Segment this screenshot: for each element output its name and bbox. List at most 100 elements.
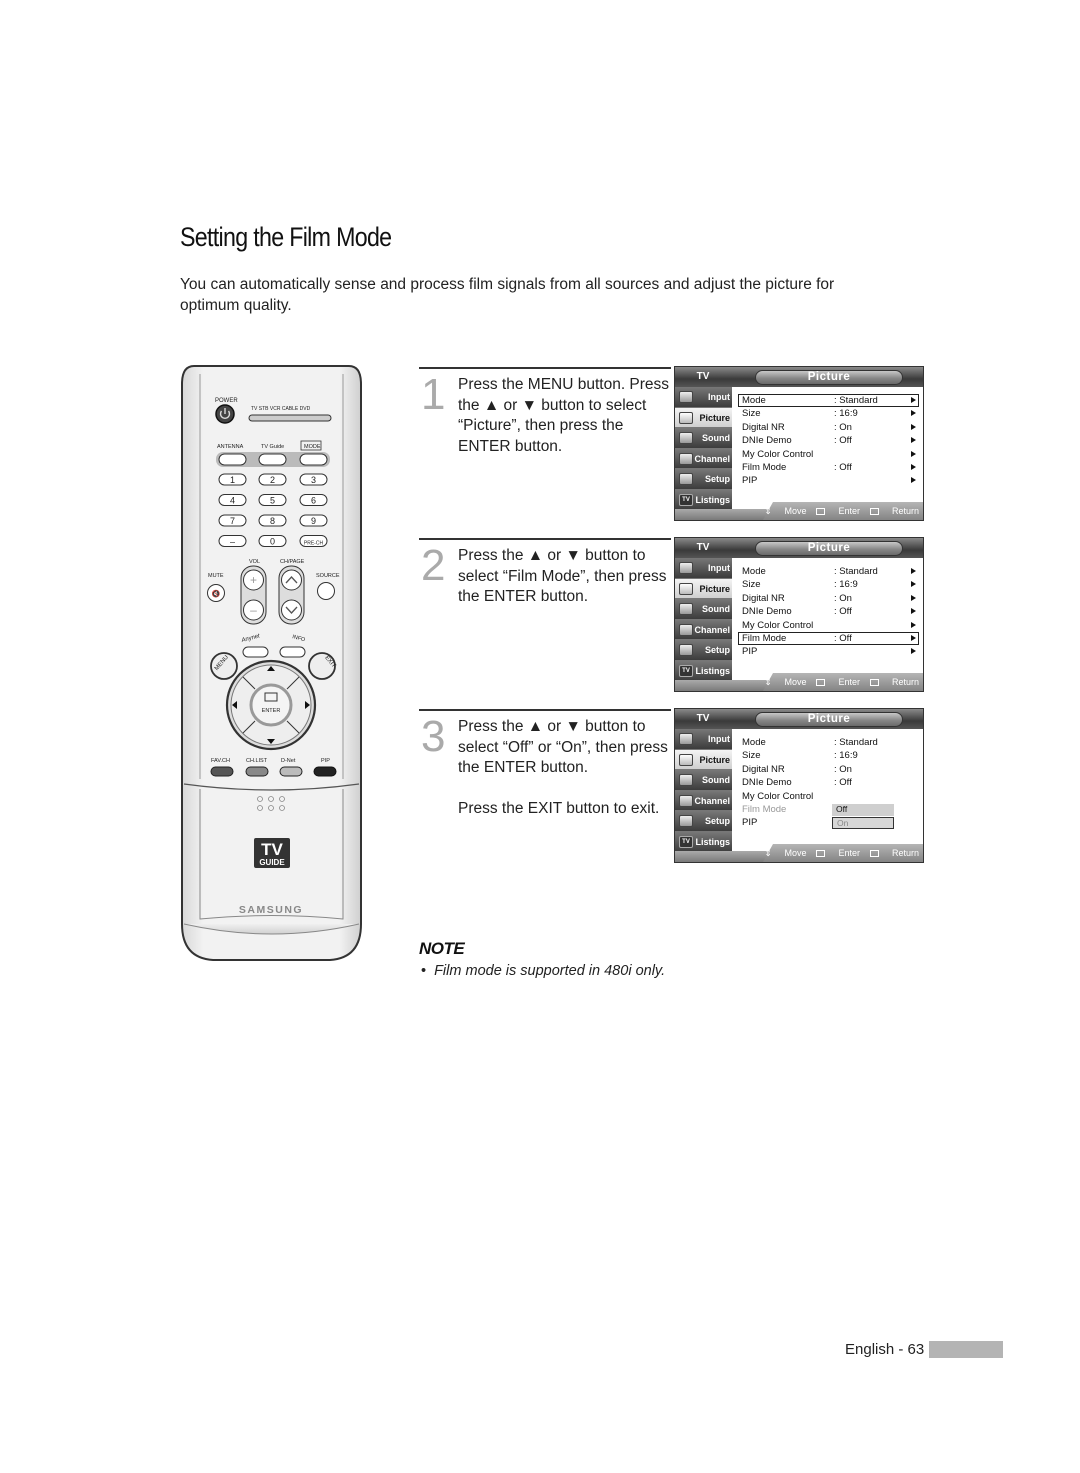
osd-menu-row[interactable]: PIP — [738, 474, 919, 487]
osd-menu-title: Picture — [755, 712, 903, 727]
d-net-button — [279, 766, 303, 777]
osd-tab-picture[interactable]: Picture — [675, 578, 732, 600]
key-label: 3 — [311, 475, 316, 485]
osd-menu-row[interactable]: Mode: Standard — [738, 394, 919, 407]
osd-menu-row[interactable]: Mode: Standard — [738, 565, 919, 578]
key-label: 4 — [230, 496, 235, 506]
return-icon — [869, 679, 879, 686]
picture-icon — [679, 582, 693, 595]
antenna-button — [218, 453, 247, 466]
fav-ch-button — [210, 766, 234, 777]
osd-menu-row[interactable]: Film Mode: Off — [738, 461, 919, 474]
arrow-right-icon — [911, 437, 916, 444]
osd-tv-label: TV — [696, 371, 710, 382]
osd-menu-row[interactable]: Mode: Standard — [738, 736, 919, 749]
svg-text:PIP: PIP — [321, 758, 330, 764]
osd-tab-setup[interactable]: Setup — [675, 811, 732, 832]
osd-menu-row[interactable]: Size: 16:9 — [738, 578, 919, 591]
osd-option-on[interactable]: On — [832, 817, 894, 830]
svg-text:ENTER: ENTER — [262, 708, 281, 714]
picture-icon — [679, 753, 693, 766]
listings-icon: TV — [679, 493, 693, 506]
step-instructions: Press the ▲ or ▼ button to select “Off” … — [458, 718, 668, 817]
osd-menu-row[interactable]: My Color Control — [738, 619, 919, 632]
arrow-right-icon — [911, 410, 916, 417]
osd-tab-picture[interactable]: Picture — [675, 749, 732, 771]
osd-tab-input[interactable]: Input — [675, 387, 732, 408]
enter-icon — [816, 508, 826, 515]
osd-tab-sound[interactable]: Sound — [675, 599, 732, 620]
bullet-icon: • — [421, 963, 427, 979]
osd-tab-listings[interactable]: TV Listings — [675, 489, 732, 511]
input-icon — [679, 733, 693, 745]
enter-hint: Enter — [816, 848, 860, 858]
osd-menu-row[interactable]: Digital NR: On — [738, 421, 919, 434]
osd-tab-listings[interactable]: TV Listings — [675, 660, 732, 682]
key-label: 0 — [270, 537, 275, 547]
osd-menu-row[interactable]: My Color Control — [738, 790, 919, 803]
osd-sidebar: Input Picture Sound Channel Setup TV Listings — [675, 387, 732, 511]
sound-icon — [679, 432, 693, 445]
arrow-right-icon — [911, 621, 916, 628]
step-2: 2 Press the ▲ or ▼ button to select “Fil… — [419, 538, 671, 698]
ch-list-button — [245, 766, 269, 777]
svg-text:TV Guide: TV Guide — [261, 444, 284, 450]
osd-menu-row[interactable]: Film Mode: Off — [738, 632, 919, 645]
osd-tab-input[interactable]: Input — [675, 729, 732, 750]
osd-tab-listings[interactable]: TV Listings — [675, 831, 732, 853]
osd-menu-row[interactable]: Size: 16:9 — [738, 749, 919, 762]
enter-hint: Enter — [816, 506, 860, 516]
key-label: 2 — [270, 475, 275, 485]
input-icon — [679, 391, 693, 403]
key-label: 1 — [230, 475, 235, 485]
return-hint: Return — [869, 506, 919, 516]
channel-icon — [679, 623, 693, 636]
osd-option-off[interactable]: Off — [832, 804, 894, 816]
page-number: English - 63 — [845, 1341, 925, 1358]
osd-tab-setup[interactable]: Setup — [675, 640, 732, 661]
tv-guide-button — [258, 453, 287, 466]
arrow-right-icon — [911, 397, 916, 403]
svg-text:D-Net: D-Net — [281, 758, 296, 764]
osd-menu-row[interactable]: My Color Control — [738, 448, 919, 461]
osd-menu-row[interactable]: Digital NR: On — [738, 763, 919, 776]
osd-tab-picture[interactable]: Picture — [675, 407, 732, 429]
osd-menu-row[interactable]: PIP — [738, 645, 919, 658]
osd-tab-channel[interactable]: Channel — [675, 448, 732, 470]
svg-text:🔇: 🔇 — [212, 589, 221, 598]
osd-tab-sound[interactable]: Sound — [675, 428, 732, 449]
svg-text:MODE: MODE — [304, 444, 321, 450]
osd-menu-row[interactable]: Digital NR: On — [738, 592, 919, 605]
page-title: Setting the Film Mode — [180, 222, 392, 252]
osd-tab-setup[interactable]: Setup — [675, 469, 732, 490]
osd-menu-row[interactable]: Size: 16:9 — [738, 407, 919, 420]
key-label: 8 — [270, 516, 275, 526]
osd-header: TV Picture — [675, 709, 923, 729]
osd-tab-channel[interactable]: Channel — [675, 619, 732, 641]
osd-menu-list: Mode: Standard Size: 16:9 Digital NR: On DN… — [732, 558, 923, 682]
osd-help-bar: ⇕ Move Enter Return — [754, 506, 919, 517]
key-label: 7 — [230, 516, 235, 526]
arrow-right-icon — [911, 608, 916, 615]
picture-icon — [679, 411, 693, 424]
osd-tab-sound[interactable]: Sound — [675, 770, 732, 791]
osd-menu-row[interactable]: DNIe Demo: Off — [738, 605, 919, 618]
svg-text:MUTE: MUTE — [208, 573, 224, 579]
source-button — [317, 582, 335, 600]
arrow-right-icon — [911, 594, 916, 601]
osd-menu-list: Mode: Standard Size: 16:9 Digital NR: On DN… — [732, 387, 923, 511]
move-hint: ⇕ Move — [764, 848, 807, 858]
enter-icon — [816, 679, 826, 686]
osd-menu-row[interactable]: DNIe Demo: Off — [738, 776, 919, 789]
osd-tab-channel[interactable]: Channel — [675, 790, 732, 812]
osd-menu-row[interactable]: DNIe Demo: Off — [738, 434, 919, 447]
osd-tv-label: TV — [696, 713, 710, 724]
step-number: 1 — [421, 370, 446, 419]
osd-tab-input[interactable]: Input — [675, 558, 732, 579]
step-instructions: Press the ▲ or ▼ button to select “Film … — [458, 547, 667, 606]
setup-icon — [679, 644, 693, 657]
arrow-right-icon — [911, 477, 916, 484]
svg-text:+: + — [250, 573, 257, 587]
setup-icon — [679, 815, 693, 828]
samsung-logo: SAMSUNG — [239, 904, 303, 916]
